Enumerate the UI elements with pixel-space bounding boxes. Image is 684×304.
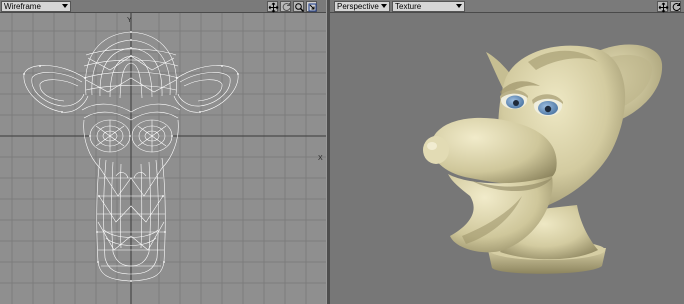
perspective-canvas[interactable] (330, 13, 684, 304)
perspective-viewport[interactable]: Perspective Texture (330, 0, 684, 304)
wireframe-canvas[interactable]: Y X (0, 13, 326, 304)
wireframe-viewport[interactable]: Wireframe Y X (0, 0, 326, 304)
rotate-icon[interactable] (670, 1, 681, 12)
move-icon[interactable] (267, 1, 279, 13)
chevron-down-icon (381, 4, 387, 8)
wireframe-svg: Y X (0, 13, 326, 304)
zoom-icon[interactable] (293, 1, 304, 12)
view-mode-dropdown[interactable]: Wireframe (1, 1, 71, 12)
view-type-dropdown[interactable]: Perspective (334, 1, 390, 12)
render-mode-dropdown[interactable]: Texture (392, 1, 465, 12)
view-mode-label: Wireframe (4, 2, 41, 11)
rendered-model-svg (423, 44, 663, 274)
axis-marker-top: Y (127, 17, 132, 24)
rotate-icon[interactable] (280, 1, 291, 12)
view-type-label: Perspective (337, 2, 379, 11)
viewport-header: Wireframe (0, 0, 326, 13)
modeler-window: Wireframe Y X Perspective Texture (0, 0, 684, 304)
chevron-down-icon (456, 4, 462, 8)
maximize-icon[interactable] (306, 1, 317, 12)
viewport-header: Perspective Texture (330, 0, 684, 13)
move-icon[interactable] (657, 1, 669, 13)
chevron-down-icon (62, 4, 68, 8)
render-mode-label: Texture (395, 2, 422, 11)
nose (423, 136, 449, 164)
axis-marker-right: X (318, 155, 323, 162)
